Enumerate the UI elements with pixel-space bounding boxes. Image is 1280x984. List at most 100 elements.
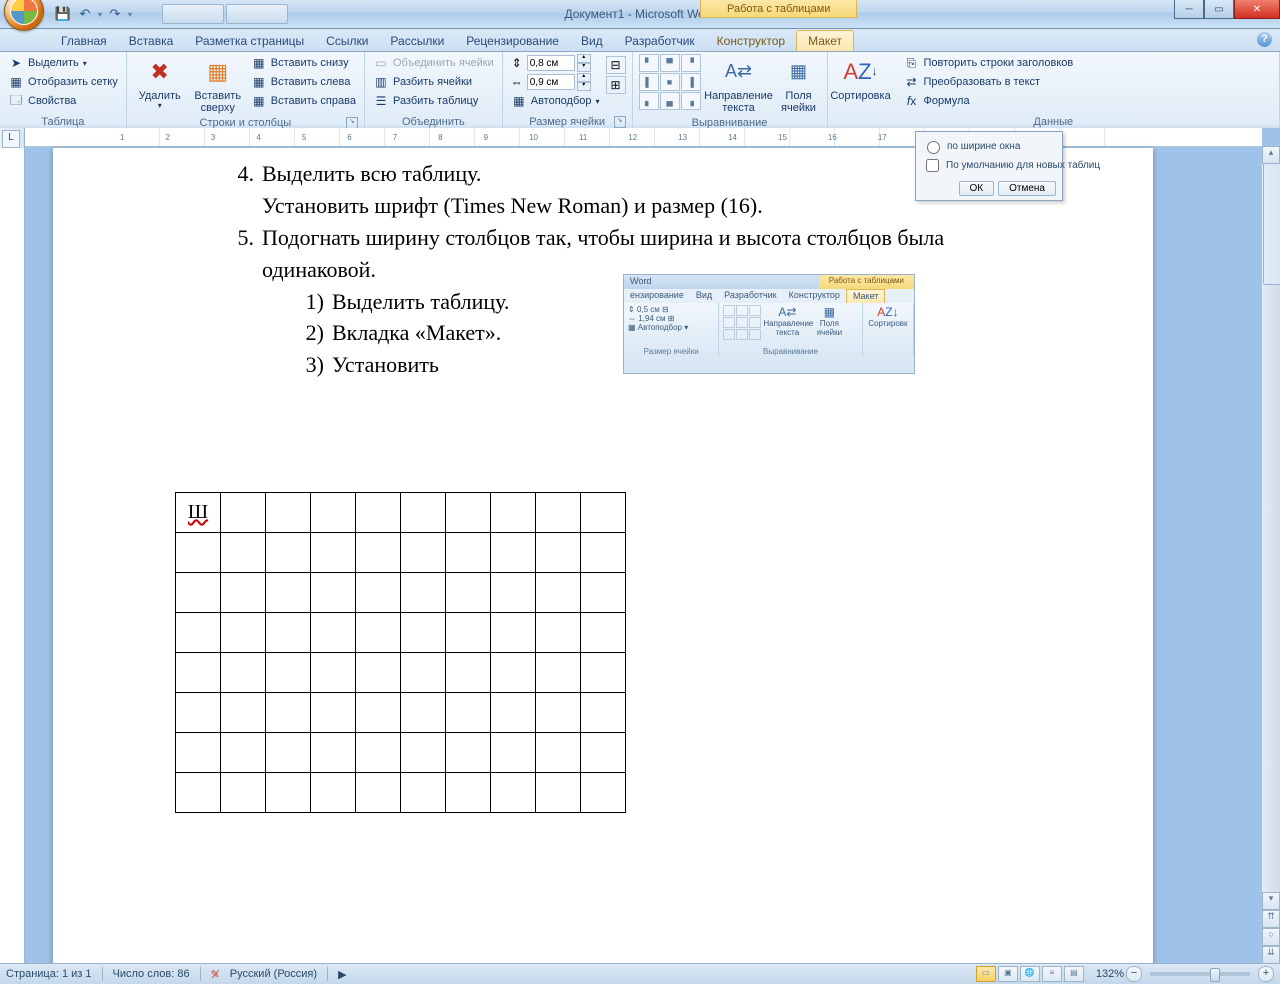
tab-home[interactable]: Главная — [50, 31, 118, 51]
view-draft[interactable]: ▤ — [1064, 966, 1084, 982]
option-default-new[interactable]: По умолчанию для новых таблиц — [922, 156, 1056, 175]
split-table-button[interactable]: ☰Разбить таблицу — [371, 92, 496, 110]
distribute-rows-icon[interactable]: ⊟ — [606, 56, 626, 74]
tab-view[interactable]: Вид — [570, 31, 614, 51]
scroll-down-icon[interactable]: ▾ — [1262, 892, 1280, 910]
tab-developer[interactable]: Разработчик — [614, 31, 706, 51]
embed-title-word: Word — [624, 275, 657, 289]
scroll-up-icon[interactable]: ▴ — [1262, 146, 1280, 164]
align-tl[interactable]: ▘ — [639, 54, 659, 72]
checkbox-icon[interactable] — [926, 159, 939, 172]
convert-text-button[interactable]: ⇄Преобразовать в текст — [902, 73, 1076, 91]
spin-down-icon[interactable]: ▾ — [577, 63, 591, 72]
spin-up-icon[interactable]: ▴ — [577, 73, 591, 82]
tab-selector-icon[interactable]: L — [2, 130, 20, 148]
table-cell[interactable]: Ш — [176, 493, 221, 533]
insert-below-button[interactable]: ▦Вставить снизу — [249, 54, 358, 72]
delete-button[interactable]: ✖ Удалить ▾ — [133, 54, 187, 113]
select-button[interactable]: ➤Выделить ▾ — [6, 54, 120, 72]
tab-references[interactable]: Ссылки — [315, 31, 379, 51]
align-tc[interactable]: ▀ — [660, 54, 680, 72]
next-page-icon[interactable]: ⇊ — [1262, 946, 1280, 964]
insert-right-button[interactable]: ▦Вставить справа — [249, 92, 358, 110]
align-tr[interactable]: ▝ — [681, 54, 701, 72]
horizontal-ruler[interactable]: 1 2 3 4 5 6 7 8 9 10 11 12 13 14 15 16 1… — [25, 128, 1262, 147]
redo-icon[interactable]: ↷ — [106, 5, 124, 23]
radio-icon[interactable] — [927, 141, 940, 154]
insert-left-button[interactable]: ▦Вставить слева — [249, 73, 358, 91]
zoom-out-button[interactable]: − — [1126, 966, 1142, 982]
ruler-num: 17 — [878, 133, 887, 142]
repeat-header-icon: ⎘ — [904, 55, 920, 71]
split-cells-button[interactable]: ▥Разбить ячейки — [371, 73, 496, 91]
text-direction-button[interactable]: A⇄ Направление текста — [705, 54, 773, 116]
autofit-label: Автоподбор — [531, 95, 592, 107]
embed-height: 0,5 см — [637, 305, 660, 314]
help-icon[interactable]: ? — [1257, 32, 1272, 47]
tab-design[interactable]: Конструктор — [706, 31, 796, 51]
cell-margins-button[interactable]: ▦ Поля ячейки — [777, 54, 821, 116]
spin-up-icon[interactable]: ▴ — [577, 54, 591, 63]
sort-label: Сортировка — [830, 90, 890, 102]
autofit-button[interactable]: ▦Автоподбор ▾ — [509, 92, 602, 110]
ruler-num: 10 — [529, 133, 538, 142]
minimize-button[interactable]: ─ — [1174, 0, 1204, 19]
row-height-input[interactable] — [527, 55, 575, 71]
status-page[interactable]: Страница: 1 из 1 — [6, 968, 92, 980]
qat-customize-icon[interactable]: ▾ — [128, 5, 132, 23]
tab-pagelayout[interactable]: Разметка страницы — [184, 31, 315, 51]
align-bl[interactable]: ▖ — [639, 92, 659, 110]
properties-button[interactable]: 🗔Свойства — [6, 92, 120, 110]
formula-button[interactable]: fxФормула — [902, 92, 1076, 110]
insert-above-button[interactable]: ▦ Вставить сверху — [191, 54, 245, 116]
dialog-launcher-icon[interactable]: ↘ — [614, 116, 626, 128]
save-icon[interactable]: 💾 — [54, 5, 72, 23]
zoom-percent[interactable]: 132% — [1096, 968, 1124, 980]
browse-object-icon[interactable]: ○ — [1262, 928, 1280, 946]
align-mr[interactable]: ▐ — [681, 73, 701, 91]
gridlines-button[interactable]: ▦Отобразить сетку — [6, 73, 120, 91]
thumb[interactable] — [162, 4, 224, 24]
ok-button[interactable]: ОК — [959, 181, 995, 196]
col-width-input[interactable] — [527, 74, 575, 90]
zoom-in-button[interactable]: + — [1258, 966, 1274, 982]
spellcheck-icon[interactable]: ✎̸ — [211, 968, 220, 981]
document-table[interactable]: Ш — [175, 492, 626, 813]
maximize-button[interactable]: ▭ — [1204, 0, 1234, 19]
prev-page-icon[interactable]: ⇈ — [1262, 910, 1280, 928]
tab-review[interactable]: Рецензирование — [455, 31, 570, 51]
status-words[interactable]: Число слов: 86 — [113, 968, 190, 980]
undo-dropdown-icon[interactable]: ▾ — [98, 5, 102, 23]
ruler-num: 4 — [256, 133, 260, 142]
thumb[interactable] — [226, 4, 288, 24]
distribute-cols-icon[interactable]: ⊞ — [606, 76, 626, 94]
align-mc[interactable]: ■ — [660, 73, 680, 91]
align-br[interactable]: ▗ — [681, 92, 701, 110]
undo-icon[interactable]: ↶ — [76, 5, 94, 23]
tab-insert[interactable]: Вставка — [118, 31, 185, 51]
repeat-header-button[interactable]: ⎘Повторить строки заголовков — [902, 54, 1076, 72]
view-web[interactable]: 🌐 — [1020, 966, 1040, 982]
align-bc[interactable]: ▄ — [660, 92, 680, 110]
close-button[interactable]: ✕ — [1234, 0, 1280, 19]
cancel-button[interactable]: Отмена — [998, 181, 1056, 196]
tab-layout[interactable]: Макет — [796, 30, 854, 51]
view-outline[interactable]: ≡ — [1042, 966, 1062, 982]
ruler-num: 15 — [778, 133, 787, 142]
office-button[interactable] — [4, 0, 44, 31]
status-language[interactable]: Русский (Россия) — [230, 968, 317, 980]
page[interactable]: 4.Выделить всю таблицу. Установить шрифт… — [53, 148, 1153, 964]
scroll-thumb[interactable] — [1263, 163, 1280, 285]
option-window-width[interactable]: по ширине окна — [922, 138, 1056, 154]
vertical-ruler[interactable] — [0, 128, 25, 964]
spin-down-icon[interactable]: ▾ — [577, 82, 591, 91]
align-ml[interactable]: ▌ — [639, 73, 659, 91]
view-fullscreen[interactable]: ▣ — [998, 966, 1018, 982]
insert-right-label: Вставить справа — [271, 95, 356, 107]
macro-icon[interactable]: ▶ — [338, 968, 346, 981]
tab-mailings[interactable]: Рассылки — [379, 31, 455, 51]
zoom-slider[interactable] — [1150, 972, 1250, 976]
view-print-layout[interactable]: ▭ — [976, 966, 996, 982]
vertical-scrollbar[interactable]: ▴ ▾ ⇈ ○ ⇊ — [1261, 146, 1280, 964]
sort-button[interactable]: AZ↓ Сортировка — [834, 54, 888, 104]
